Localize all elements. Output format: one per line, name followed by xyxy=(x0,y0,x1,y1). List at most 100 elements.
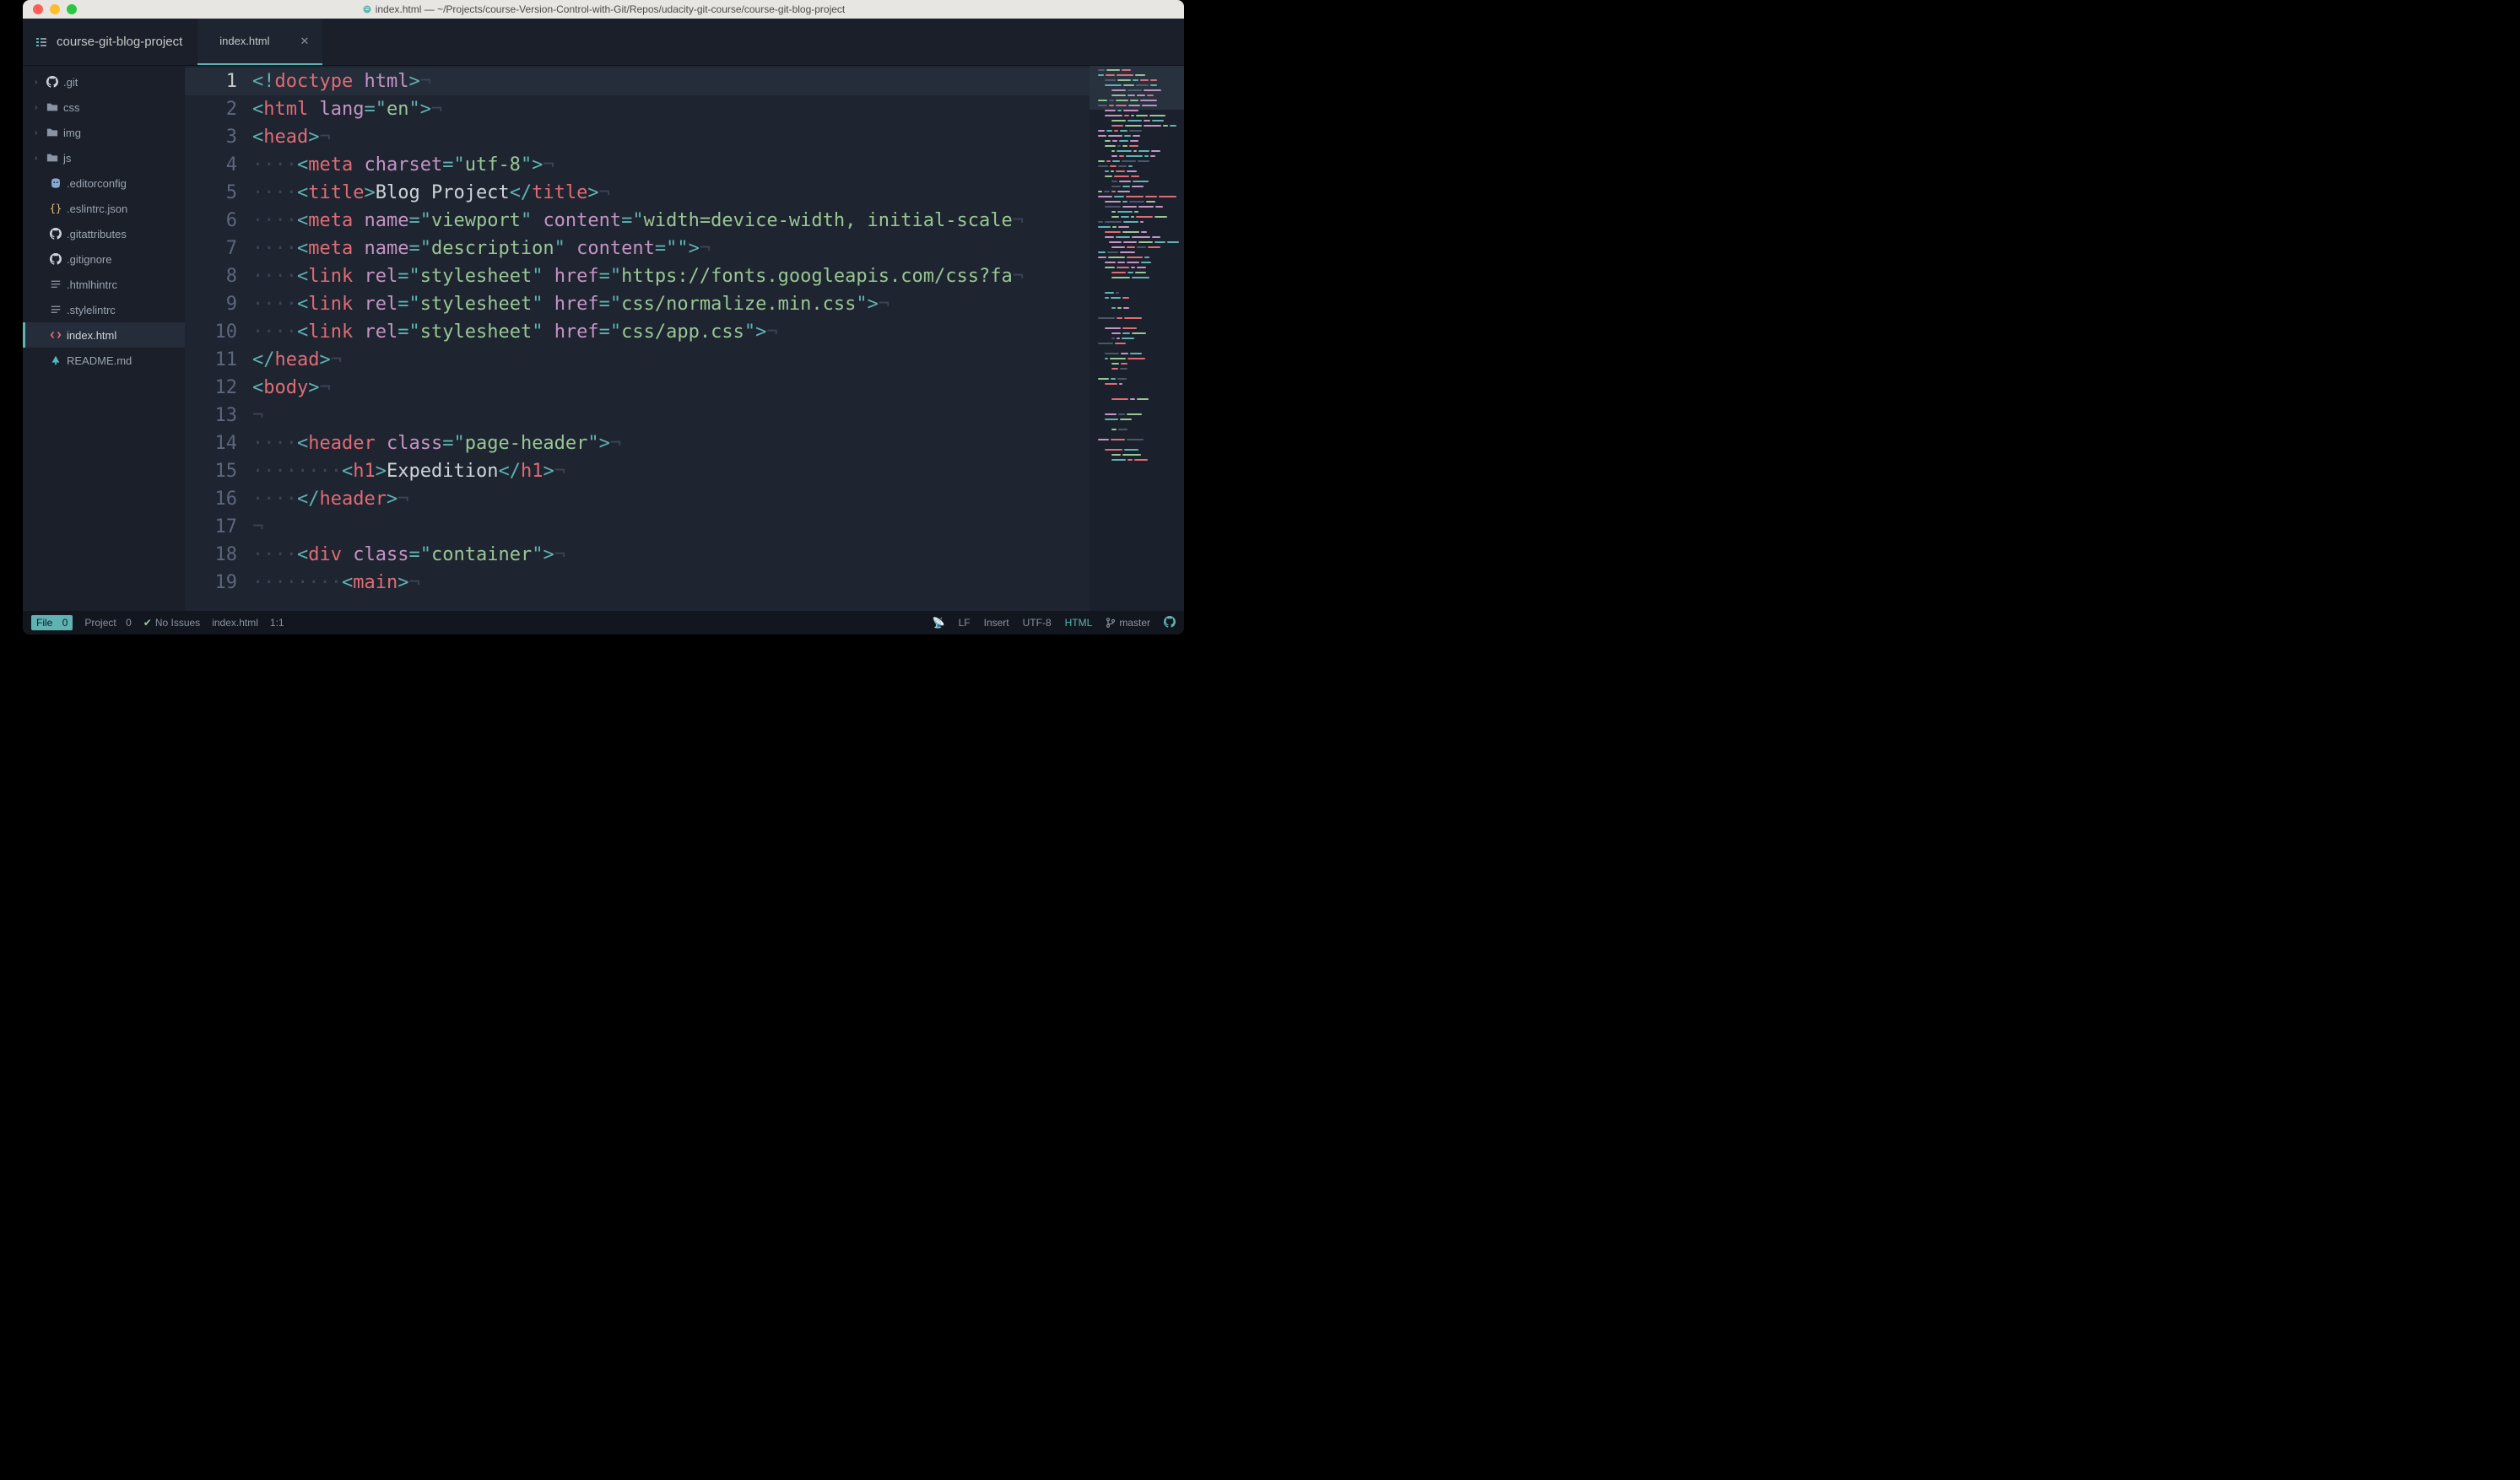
app-icon xyxy=(362,4,372,14)
window-minimize-button[interactable] xyxy=(50,4,60,14)
minimap-line xyxy=(1095,251,1179,254)
tree-item-label: .editorconfig xyxy=(67,177,127,190)
minimap-line xyxy=(1095,140,1179,143)
minimap-line xyxy=(1095,191,1179,193)
status-git-branch[interactable]: master xyxy=(1106,617,1150,629)
code-editor[interactable]: 12345678910111213141516171819 <!doctype … xyxy=(185,66,1184,611)
code-content[interactable]: <!doctype html>¬<html lang="en">¬<head>¬… xyxy=(252,66,1090,611)
line-number: 9 xyxy=(185,290,237,318)
minimap-viewport[interactable] xyxy=(1090,66,1184,110)
minimap-line xyxy=(1095,135,1179,138)
code-line[interactable]: ····<div class="container">¬ xyxy=(252,541,1090,569)
status-cursor-position[interactable]: 1:1 xyxy=(270,617,284,629)
chevron-right-icon: › xyxy=(35,128,41,138)
tree-file-READMEmd[interactable]: README.md xyxy=(23,348,185,373)
tree-item-label: index.html xyxy=(67,329,116,342)
code-line[interactable]: ····<meta name="viewport" content="width… xyxy=(252,207,1090,235)
workspace: ›.git›css›img›js.editorconfig{}.eslintrc… xyxy=(23,66,1184,611)
code-line[interactable]: <html lang="en">¬ xyxy=(252,95,1090,123)
code-line[interactable]: ····<meta name="description" content="">… xyxy=(252,235,1090,262)
code-line[interactable]: ········<main>¬ xyxy=(252,569,1090,597)
editor-window: index.html — ~/Projects/course-Version-C… xyxy=(23,0,1184,635)
line-number: 17 xyxy=(185,513,237,541)
tree-file-editorconfig[interactable]: .editorconfig xyxy=(23,170,185,196)
window-zoom-button[interactable] xyxy=(67,4,77,14)
code-line[interactable]: ····<link rel="stylesheet" href="css/nor… xyxy=(252,290,1090,318)
tree-file-gitattributes[interactable]: .gitattributes xyxy=(23,221,185,246)
status-line-ending[interactable]: LF xyxy=(959,617,971,629)
minimap-line xyxy=(1095,170,1179,173)
check-icon: ✔ xyxy=(143,617,152,629)
status-project-count[interactable]: Project 0 xyxy=(84,617,131,629)
tree-item-label: js xyxy=(63,152,71,165)
tree-file-indexhtml[interactable]: index.html xyxy=(23,322,185,348)
minimap-line xyxy=(1095,292,1179,294)
minimap-line xyxy=(1095,348,1179,350)
code-line[interactable]: ········<h1>Expedition</h1>¬ xyxy=(252,457,1090,485)
github-icon[interactable] xyxy=(1164,616,1176,630)
tree-folder-git[interactable]: ›.git xyxy=(23,69,185,95)
minimap-line xyxy=(1095,257,1179,259)
minimap-line xyxy=(1095,145,1179,148)
file-tree[interactable]: ›.git›css›img›js.editorconfig{}.eslintrc… xyxy=(23,66,185,611)
tree-file-htmlhintrc[interactable]: .htmlhintrc xyxy=(23,272,185,297)
tree-file-gitignore[interactable]: .gitignore xyxy=(23,246,185,272)
github-icon xyxy=(50,228,62,240)
folder-icon xyxy=(46,101,58,113)
tab-close-button[interactable]: ✕ xyxy=(300,35,309,48)
minimap-line xyxy=(1095,327,1179,330)
line-number: 12 xyxy=(185,374,237,402)
project-tab[interactable]: course-git-blog-project xyxy=(23,19,197,65)
minimap-line xyxy=(1095,338,1179,340)
code-line[interactable]: ····</header>¬ xyxy=(252,485,1090,513)
github-icon xyxy=(46,76,58,88)
minimap-line xyxy=(1095,287,1179,289)
minimap-line xyxy=(1095,236,1179,239)
status-encoding[interactable]: UTF-8 xyxy=(1023,617,1052,629)
tree-item-label: .gitignore xyxy=(67,253,111,266)
line-number: 5 xyxy=(185,179,237,207)
tree-item-label: .htmlhintrc xyxy=(67,278,117,291)
tree-folder-img[interactable]: ›img xyxy=(23,120,185,145)
code-line[interactable]: ····<meta charset="utf-8">¬ xyxy=(252,151,1090,179)
tree-folder-css[interactable]: ›css xyxy=(23,95,185,120)
code-line[interactable]: ····<title>Blog Project</title>¬ xyxy=(252,179,1090,207)
minimap-line xyxy=(1095,231,1179,234)
minimap-line xyxy=(1095,444,1179,446)
tree-file-eslintrcjson[interactable]: {}.eslintrc.json xyxy=(23,196,185,221)
titlebar: index.html — ~/Projects/course-Version-C… xyxy=(23,0,1184,19)
minimap-line xyxy=(1095,125,1179,127)
telemetry-icon[interactable]: 📡 xyxy=(933,617,945,629)
status-language[interactable]: HTML xyxy=(1065,617,1093,629)
minimap-line xyxy=(1095,332,1179,335)
code-line[interactable]: ¬ xyxy=(252,402,1090,429)
code-line[interactable]: ····<header class="page-header">¬ xyxy=(252,429,1090,457)
status-editor-mode[interactable]: Insert xyxy=(984,617,1009,629)
line-number: 6 xyxy=(185,207,237,235)
chevron-right-icon: › xyxy=(35,103,41,112)
tab-index-html[interactable]: index.html ✕ xyxy=(197,19,322,65)
status-file-count[interactable]: File 0 xyxy=(31,615,73,630)
tree-folder-js[interactable]: ›js xyxy=(23,145,185,170)
code-line[interactable]: <!doctype html>¬ xyxy=(252,68,1090,95)
minimap-line xyxy=(1095,216,1179,219)
minimap-line xyxy=(1095,449,1179,451)
minimap[interactable] xyxy=(1090,66,1184,611)
status-file-path[interactable]: index.html xyxy=(212,617,258,629)
code-line[interactable]: ····<link rel="stylesheet" href="css/app… xyxy=(252,318,1090,346)
tree-item-label: .gitattributes xyxy=(67,228,127,240)
code-line[interactable]: ····<link rel="stylesheet" href="https:/… xyxy=(252,262,1090,290)
line-number: 14 xyxy=(185,429,237,457)
status-issues[interactable]: ✔ No Issues xyxy=(143,617,200,629)
minimap-line xyxy=(1095,408,1179,411)
minimap-line xyxy=(1095,393,1179,396)
minimap-line xyxy=(1095,388,1179,391)
code-line[interactable]: <head>¬ xyxy=(252,123,1090,151)
minimap-line xyxy=(1095,464,1179,467)
code-line[interactable]: </head>¬ xyxy=(252,346,1090,374)
project-icon xyxy=(35,35,48,49)
window-close-button[interactable] xyxy=(33,4,43,14)
code-line[interactable]: <body>¬ xyxy=(252,374,1090,402)
code-line[interactable]: ¬ xyxy=(252,513,1090,541)
tree-file-stylelintrc[interactable]: .stylelintrc xyxy=(23,297,185,322)
